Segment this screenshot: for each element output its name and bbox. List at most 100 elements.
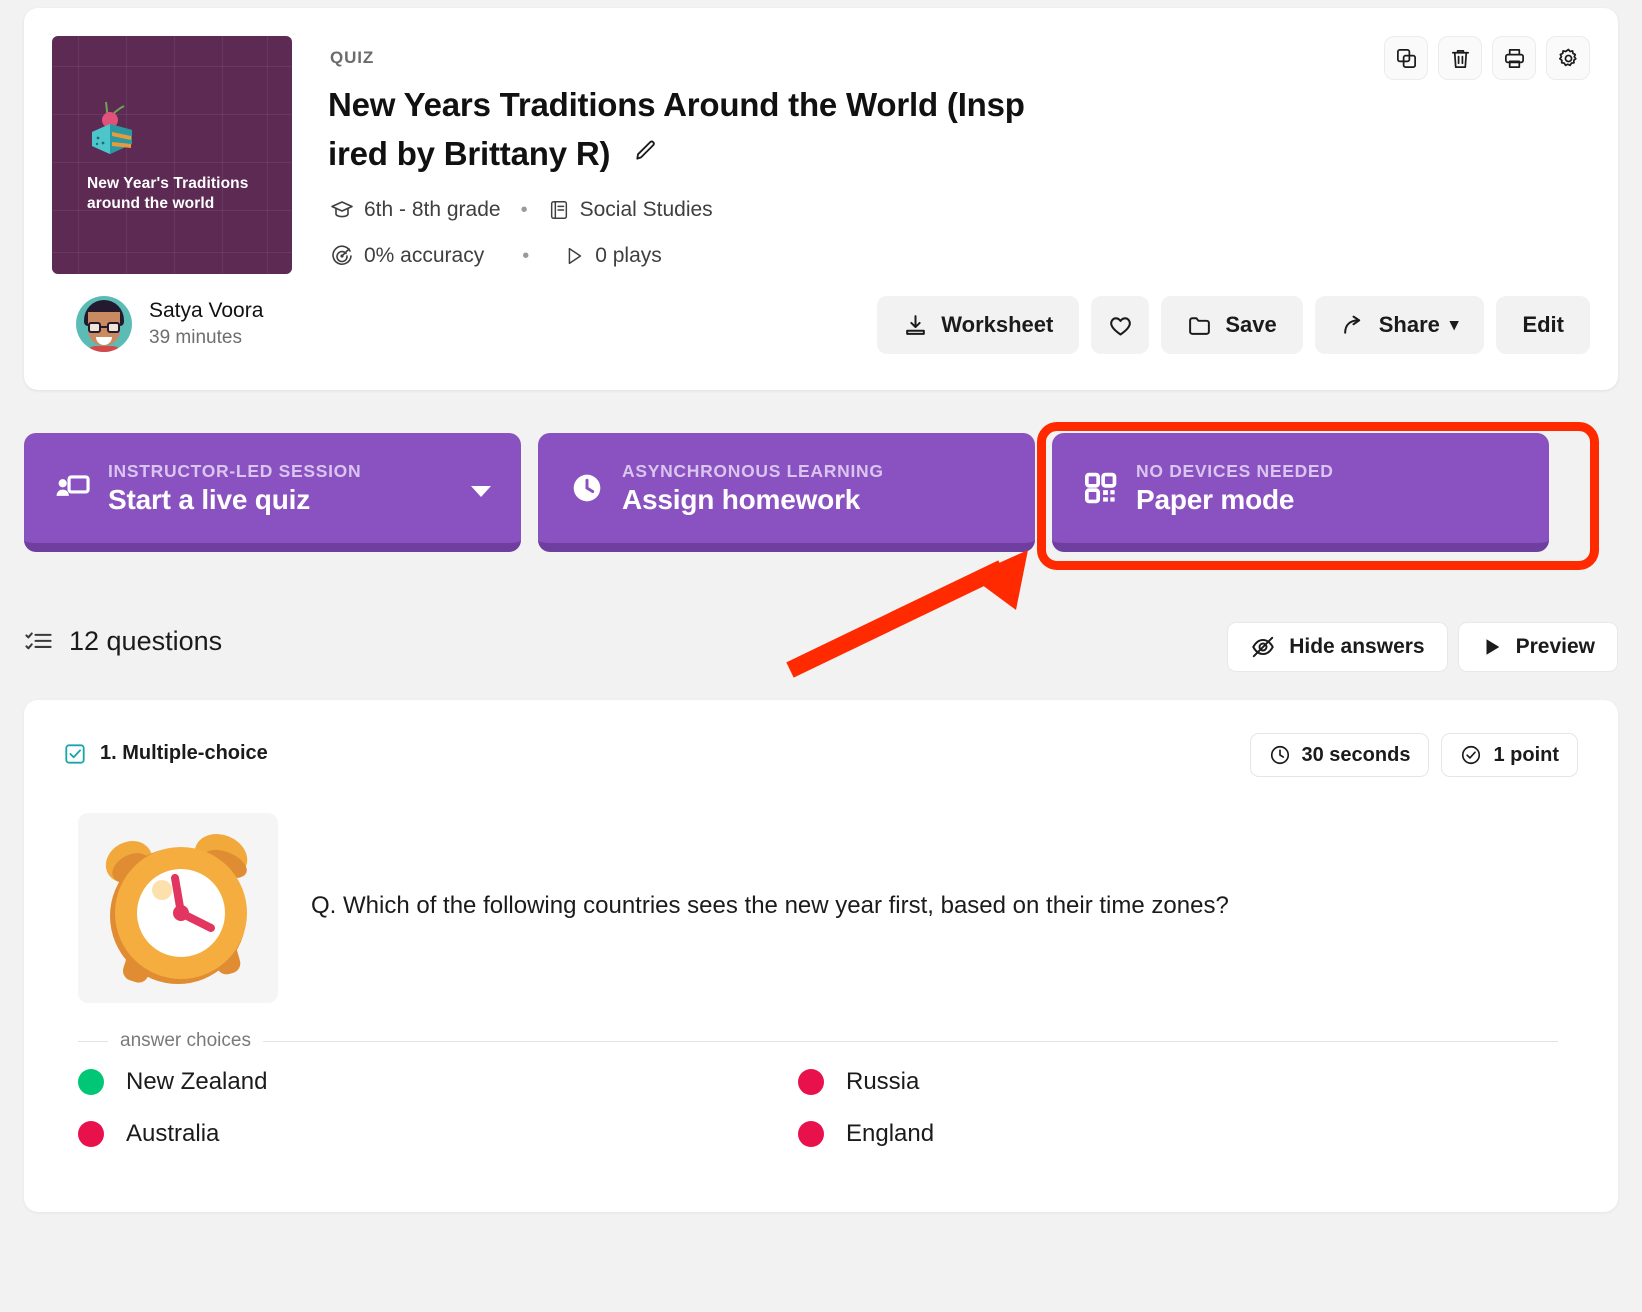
question-header: 1. Multiple-choice [64, 742, 268, 765]
question-media[interactable] [78, 813, 278, 1003]
clock-icon [566, 471, 608, 505]
questions-toolbar: 12 questions Hide answers Preview [24, 622, 1618, 678]
mode-title-live-quiz: Start a live quiz [108, 483, 310, 515]
worksheet-button[interactable]: Worksheet [877, 296, 1080, 354]
preview-button[interactable]: Preview [1457, 622, 1618, 672]
thumbnail-caption: New Year's Traditions around the world [87, 174, 277, 214]
checklist-icon [25, 632, 52, 650]
play-triangle-icon [568, 247, 582, 265]
author-name: Satya Voora [149, 299, 264, 322]
page-title-text: New Years Traditions Around the World (I… [328, 86, 1025, 172]
qr-code-icon [1080, 471, 1122, 505]
answer-choice[interactable]: Australia [78, 1120, 798, 1148]
copy-icon [1396, 48, 1416, 68]
choice-dot [78, 1121, 104, 1147]
quiz-detail-page: New Year's Traditions around the world Q… [0, 0, 1642, 1312]
print-icon [1504, 48, 1524, 68]
quiz-thumbnail[interactable]: New Year's Traditions around the world [52, 36, 292, 274]
delete-button[interactable] [1438, 36, 1482, 80]
share-label: Share [1378, 312, 1440, 337]
edit-label: Edit [1522, 312, 1564, 337]
chevron-down-icon[interactable] [469, 483, 493, 504]
check-circle-icon [1462, 745, 1481, 765]
question-number-label: 1. Multiple-choice [100, 742, 268, 764]
thumbnail-caption-line1: New Year's Traditions [87, 175, 249, 192]
presenter-screen-icon [52, 469, 94, 507]
share-button[interactable]: Share ▾ [1314, 296, 1485, 354]
question-count-label: 12 questions [69, 626, 223, 656]
checkbox-checked-icon [65, 743, 85, 764]
mode-card-homework[interactable]: ASYNCHRONOUS LEARNING Assign homework [538, 433, 1035, 552]
subject-label: Social Studies [579, 198, 713, 221]
plays-meta: 0 plays [563, 244, 662, 268]
book-icon [550, 201, 567, 219]
author-time: 39 minutes [149, 327, 242, 349]
save-button[interactable]: Save [1161, 296, 1303, 354]
copy-button[interactable] [1384, 36, 1428, 80]
print-button[interactable] [1492, 36, 1536, 80]
heart-icon [1110, 316, 1131, 336]
worksheet-label: Worksheet [941, 312, 1054, 337]
chevron-down-icon: ▾ [1449, 315, 1459, 334]
trash-icon [1451, 49, 1469, 68]
mode-card-paper-mode[interactable]: NO DEVICES NEEDED Paper mode [1052, 433, 1549, 552]
favorite-button[interactable] [1091, 296, 1150, 354]
question-chips: 30 seconds 1 point [1249, 733, 1578, 777]
choice-label: England [846, 1120, 935, 1147]
time-chip-label: 30 seconds [1301, 743, 1411, 766]
answer-choice[interactable]: Russia [798, 1068, 1518, 1096]
hide-answers-label: Hide answers [1289, 635, 1425, 658]
mode-card-live-quiz[interactable]: INSTRUCTOR-LED SESSION Start a live quiz [24, 433, 521, 552]
answer-choice[interactable]: New Zealand [78, 1068, 798, 1096]
content-type-label: QUIZ [330, 48, 375, 67]
answer-choice[interactable]: England [798, 1120, 1518, 1148]
points-chip-label: 1 point [1493, 743, 1559, 766]
subject-meta: Social Studies [548, 198, 713, 222]
mode-cards: INSTRUCTOR-LED SESSION Start a live quiz… [24, 433, 1549, 552]
mode-kicker-live-quiz: INSTRUCTOR-LED SESSION [108, 460, 362, 481]
save-label: Save [1225, 312, 1277, 337]
hide-answers-button[interactable]: Hide answers [1227, 622, 1448, 672]
accuracy-label: 0% accuracy [364, 244, 485, 267]
graduation-cap-icon [331, 201, 353, 218]
choice-dot [798, 1069, 824, 1095]
mode-kicker-paper-mode: NO DEVICES NEEDED [1136, 460, 1334, 481]
eye-off-icon [1252, 636, 1274, 658]
choice-label: Australia [126, 1120, 220, 1147]
settings-button[interactable] [1546, 36, 1590, 80]
question-card: 1. Multiple-choice 30 seconds 1 point Q.… [24, 700, 1618, 1212]
preview-label: Preview [1515, 635, 1595, 658]
pencil-icon[interactable] [633, 129, 659, 176]
questions-toolbar-buttons: Hide answers Preview [1227, 622, 1618, 672]
question-text: Q. Which of the following countries sees… [311, 892, 1229, 919]
choice-label: New Zealand [126, 1068, 268, 1095]
header-action-buttons: Worksheet Save Share ▾ Edit [877, 296, 1590, 354]
choice-dot [798, 1121, 824, 1147]
cake-slice-icon [92, 101, 132, 154]
quiz-header-card: New Year's Traditions around the world Q… [24, 8, 1618, 390]
points-chip[interactable]: 1 point [1441, 733, 1578, 777]
gear-icon [1558, 48, 1577, 66]
answer-choices: New Zealand Russia Australia England [78, 1068, 1518, 1148]
answer-choices-label: answer choices [120, 1030, 251, 1051]
plays-label: 0 plays [595, 244, 662, 267]
answer-choices-divider: answer choices [78, 1030, 1558, 1052]
accuracy-meta: 0% accuracy [330, 244, 484, 268]
play-icon [1486, 639, 1499, 655]
author-block[interactable]: Satya Voora 39 minutes [76, 296, 263, 352]
mode-kicker-homework: ASYNCHRONOUS LEARNING [622, 460, 884, 481]
share-arrow-icon [1343, 315, 1360, 334]
meta-separator: • [520, 198, 528, 221]
meta-separator-2: • [522, 244, 530, 267]
time-chip[interactable]: 30 seconds [1249, 733, 1430, 777]
edit-button[interactable]: Edit [1496, 296, 1590, 354]
grade-meta: 6th - 8th grade [330, 198, 501, 222]
quiz-meta-grade-subject: 6th - 8th grade • Social Studies [330, 198, 713, 222]
clock-icon [1270, 745, 1289, 765]
grade-label: 6th - 8th grade [364, 198, 501, 221]
header-icon-toolbar [1384, 36, 1590, 80]
choice-label: Russia [846, 1068, 920, 1095]
avatar [76, 296, 132, 352]
folder-icon [1189, 316, 1211, 335]
quiz-meta-stats: 0% accuracy • 0 plays [330, 244, 662, 268]
